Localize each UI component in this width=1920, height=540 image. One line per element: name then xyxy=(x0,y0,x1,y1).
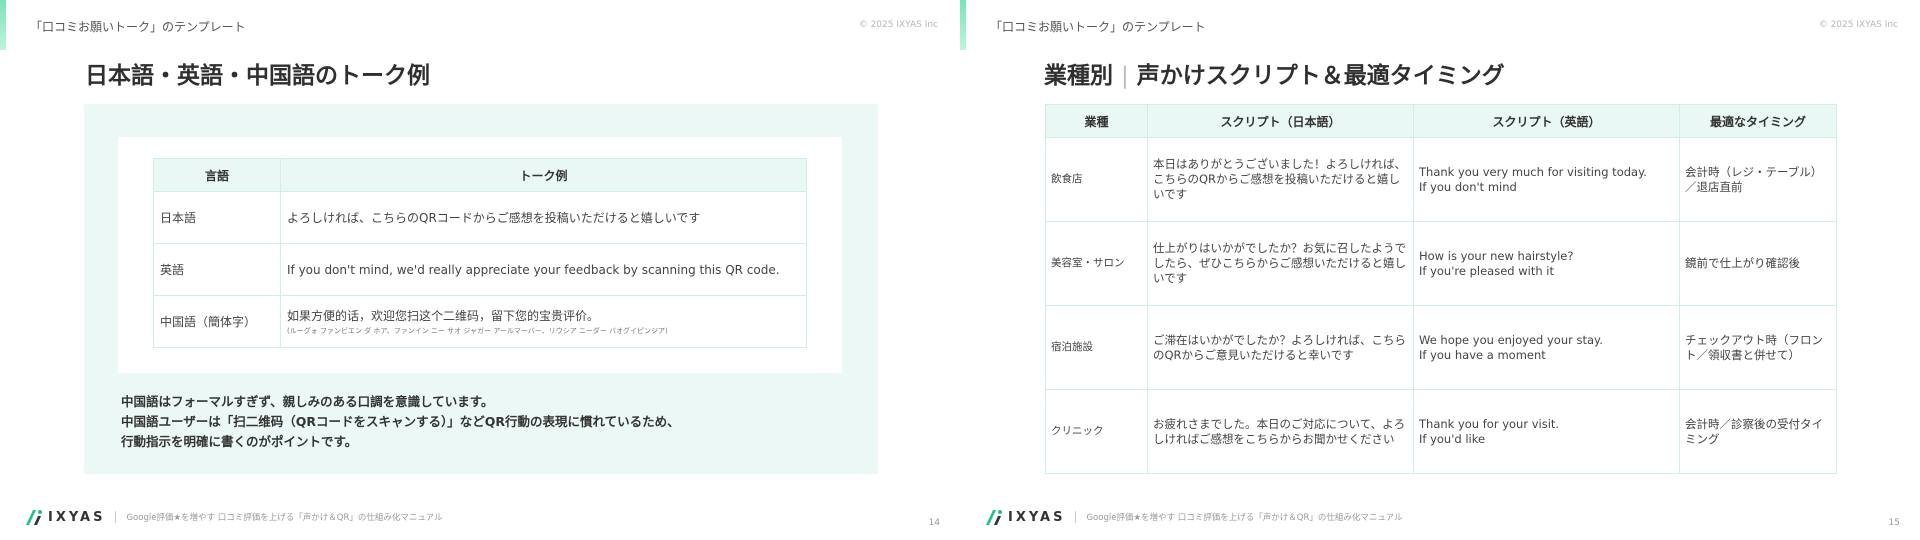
talk-cell: If you don't mind, we'd really appreciat… xyxy=(280,243,807,296)
table-header-row: 業種 スクリプト（日本語） スクリプト（英語） 最適なタイミング xyxy=(1045,104,1837,138)
copyright: © 2025 IXYAS Inc xyxy=(858,20,938,30)
heading-part: 声かけスクリプト＆最適タイミング xyxy=(1136,63,1505,89)
language-cell: 中国語（簡体字） xyxy=(153,295,281,348)
header-title: 「口コミお願いトーク」のテンプレート xyxy=(990,20,1206,34)
industry-cell: クリニック xyxy=(1045,389,1148,474)
footer-text: Google評価★を増やす 口コミ評価を上げる「声かけ＆QR」の仕組み化マニュア… xyxy=(1086,513,1403,523)
script-en-cell: How is your new hairstyle? If you're plea… xyxy=(1413,221,1680,306)
script-en-line: If you're pleased with it xyxy=(1419,263,1554,278)
script-en-line: Thank you for your visit. xyxy=(1419,416,1560,431)
script-en-line: We hope you enjoyed your stay. xyxy=(1419,332,1603,347)
timing-cell: 鏡前で仕上がり確認後 xyxy=(1679,221,1837,306)
logo-text: IXYAS xyxy=(1008,509,1066,525)
script-en-line: If you'd like xyxy=(1419,431,1486,446)
table-header-row: 言語 トーク例 xyxy=(153,158,807,192)
table-row: 日本語 よろしければ、こちらのQRコードからご感想を投稿いただけると嬉しいです xyxy=(153,191,807,244)
slide-15: 「口コミお願いトーク」のテンプレート © 2025 IXYAS Inc 業種別 |… xyxy=(960,0,1920,540)
ixyas-logo-icon xyxy=(986,510,1002,525)
talk-text: If you don't mind, we'd really appreciat… xyxy=(287,262,780,277)
table-row: 宿泊施設 ご滞在はいかがでしたか？よろしければ、こちらのQRからご意見いただける… xyxy=(1045,305,1837,390)
industry-script-table: 業種 スクリプト（日本語） スクリプト（英語） 最適なタイミング 飲食店 本日は… xyxy=(1045,104,1837,474)
table-row: 英語 If you don't mind, we'd really apprec… xyxy=(153,243,807,296)
column-header: 最適なタイミング xyxy=(1679,104,1837,138)
language-cell: 英語 xyxy=(153,243,281,296)
logo: IXYAS xyxy=(24,508,105,526)
footer-divider xyxy=(115,511,117,523)
page-number: 15 xyxy=(1888,518,1900,528)
column-header: トーク例 xyxy=(280,158,807,192)
column-header: 言語 xyxy=(153,158,281,192)
footer: IXYAS Google評価★を増やす 口コミ評価を上げる「声かけ＆QR」の仕組… xyxy=(984,508,1403,526)
column-header: 業種 xyxy=(1045,104,1148,138)
industry-cell: 飲食店 xyxy=(1045,137,1148,222)
script-en-line: How is your new hairstyle? xyxy=(1419,248,1574,263)
script-en-cell: Thank you very much for visiting today. I… xyxy=(1413,137,1680,222)
page-number: 14 xyxy=(928,518,940,528)
column-header: スクリプト（日本語） xyxy=(1147,104,1414,138)
language-cell: 日本語 xyxy=(153,191,281,244)
table-row: 中国語（簡体字） 如果方便的话，欢迎您扫这个二维码，留下您的宝贵评价。 (ルーグ… xyxy=(153,295,807,348)
industry-cell: 宿泊施設 xyxy=(1045,305,1148,390)
table-row: 美容室・サロン 仕上がりはいかがでしたか？お気に召したようでしたら、ぜひこちらか… xyxy=(1045,221,1837,306)
pronunciation-text: (ルーグォ ファンビエン ダ ホア、ファンイン ニー サオ ジャガー アールマー… xyxy=(287,327,668,335)
note-line: 中国語ユーザーは「扫二维码（QRコードをスキャンする）」などQR行動の表現に慣れ… xyxy=(121,414,680,429)
script-ja-cell: お疲れさまでした。本日のご対応について、よろしければご感想をこちらからお聞かせく… xyxy=(1147,389,1414,474)
accent-bar xyxy=(960,0,966,50)
ixyas-logo-icon xyxy=(26,510,42,525)
heading-part: 業種別 xyxy=(1044,63,1113,89)
header-title: 「口コミお願いトーク」のテンプレート xyxy=(30,20,246,34)
footer-text: Google評価★を増やす 口コミ評価を上げる「声かけ＆QR」の仕組み化マニュア… xyxy=(126,513,443,523)
script-en-line: If you have a moment xyxy=(1419,347,1546,362)
script-en-cell: Thank you for your visit. If you'd like xyxy=(1413,389,1680,474)
slide-14: 「口コミお願いトーク」のテンプレート © 2025 IXYAS Inc 日本語・… xyxy=(0,0,960,540)
logo: IXYAS xyxy=(984,508,1065,526)
script-en-line: If you don't mind xyxy=(1419,179,1517,194)
talk-text: 如果方便的话，欢迎您扫这个二维码，留下您的宝贵评价。 xyxy=(287,309,600,323)
footer-divider xyxy=(1075,511,1077,523)
script-ja-cell: 仕上がりはいかがでしたか？お気に召したようでしたら、ぜひこちらからご感想いただけ… xyxy=(1147,221,1414,306)
script-ja-cell: 本日はありがとうございました！よろしければ、こちらのQRからご感想を投稿いただけ… xyxy=(1147,137,1414,222)
footer: IXYAS Google評価★を増やす 口コミ評価を上げる「声かけ＆QR」の仕組… xyxy=(24,508,443,526)
table-row: クリニック お疲れさまでした。本日のご対応について、よろしければご感想をこちらか… xyxy=(1045,389,1837,474)
timing-cell: チェックアウト時（フロント／領収書と併せて） xyxy=(1679,305,1837,390)
copyright: © 2025 IXYAS Inc xyxy=(1818,20,1898,30)
timing-cell: 会計時（レジ・テーブル）／退店直前 xyxy=(1679,137,1837,222)
language-talk-table: 言語 トーク例 日本語 よろしければ、こちらのQRコードからご感想を投稿いただけ… xyxy=(153,158,807,348)
talk-cell: よろしければ、こちらのQRコードからご感想を投稿いただけると嬉しいです xyxy=(280,191,807,244)
table-row: 飲食店 本日はありがとうございました！よろしければ、こちらのQRからご感想を投稿… xyxy=(1045,137,1837,222)
slide-heading: 日本語・英語・中国語のトーク例 xyxy=(85,63,430,89)
logo-text: IXYAS xyxy=(48,509,106,525)
talk-cell: 如果方便的话，欢迎您扫这个二维码，留下您的宝贵评价。 (ルーグォ ファンビエン … xyxy=(280,295,807,348)
heading-divider: | xyxy=(1121,63,1129,89)
accent-bar xyxy=(0,0,6,50)
column-header: スクリプト（英語） xyxy=(1413,104,1680,138)
slide-heading: 業種別 | 声かけスクリプト＆最適タイミング xyxy=(1044,56,1505,90)
industry-cell: 美容室・サロン xyxy=(1045,221,1148,306)
note-line: 行動指示を明確に書くのがポイントです。 xyxy=(121,434,358,449)
script-en-cell: We hope you enjoyed your stay. If you hav… xyxy=(1413,305,1680,390)
script-en-line: Thank you very much for visiting today. xyxy=(1419,164,1647,179)
timing-cell: 会計時／診察後の受付タイミング xyxy=(1679,389,1837,474)
note-line: 中国語はフォーマルすぎず、親しみのある口調を意識しています。 xyxy=(121,394,494,409)
notes: 中国語はフォーマルすぎず、親しみのある口調を意識しています。 中国語ユーザーは「… xyxy=(121,392,680,452)
talk-text: よろしければ、こちらのQRコードからご感想を投稿いただけると嬉しいです xyxy=(287,211,701,225)
script-ja-cell: ご滞在はいかがでしたか？よろしければ、こちらのQRからご意見いただけると幸いです xyxy=(1147,305,1414,390)
